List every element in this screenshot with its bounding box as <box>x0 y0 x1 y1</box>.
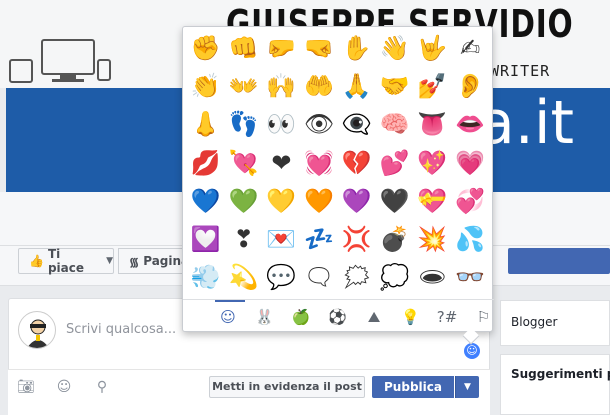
emoji-option[interactable]: 💬 <box>263 258 301 296</box>
camera-icon[interactable]: 📷︎ <box>17 378 35 396</box>
page-category-card: Blogger <box>500 300 610 346</box>
emoji-option[interactable]: 💋 <box>187 144 225 182</box>
publish-options-caret[interactable]: ▼ <box>455 376 479 398</box>
emoji-option[interactable]: ❣ <box>225 220 263 258</box>
emoji-option[interactable]: 💢 <box>338 220 376 258</box>
emoji-option[interactable]: 💨 <box>187 258 225 296</box>
emoji-option[interactable]: 🗨 <box>300 258 338 296</box>
emoji-option[interactable]: 💚 <box>225 182 263 220</box>
thumbs-up-icon: 👍 <box>29 254 44 268</box>
primary-page-button[interactable] <box>508 248 610 274</box>
post-text-input[interactable]: Scrivi qualcosa... <box>66 322 176 337</box>
rss-icon: ᯾ <box>129 254 140 269</box>
emoji-option[interactable]: 💫 <box>225 258 263 296</box>
emoji-option[interactable]: 💦 <box>451 220 489 258</box>
tab-soccer-ball-icon[interactable]: ⚽ <box>327 306 349 328</box>
emoji-option[interactable]: 💅 <box>414 67 452 105</box>
emoji-picker-button[interactable]: ☺ <box>464 343 480 359</box>
emoji-option[interactable]: 💞 <box>451 182 489 220</box>
suggestions-title: Suggerimenti p <box>511 367 610 381</box>
publish-button[interactable]: Pubblica <box>372 376 454 398</box>
tab-lightbulb-icon[interactable]: 💡 <box>400 306 422 328</box>
emoji-option[interactable]: 👓 <box>451 258 489 296</box>
emoji-option[interactable]: 👂 <box>451 67 489 105</box>
emoji-option[interactable]: 💓 <box>300 144 338 182</box>
emoji-option[interactable]: 🤝 <box>376 67 414 105</box>
emoji-option[interactable]: 💙 <box>187 182 225 220</box>
emoji-option[interactable]: 👁 <box>300 105 338 143</box>
tab-symbols-icon[interactable]: ?# <box>436 306 458 328</box>
emoji-option[interactable]: 🙌 <box>263 67 301 105</box>
emoji-option[interactable]: 👊 <box>225 29 263 67</box>
emoji-option[interactable]: ✍ <box>451 29 489 67</box>
emoji-option[interactable]: 💜 <box>338 182 376 220</box>
emoji-option[interactable]: 👁‍🗨 <box>338 105 376 143</box>
emoji-option[interactable]: 🗯 <box>338 258 376 296</box>
emoji-option[interactable]: 💔 <box>338 144 376 182</box>
active-tab-indicator <box>215 300 245 302</box>
chevron-down-icon: ▼ <box>106 256 113 266</box>
suggestions-card: Suggerimenti p <box>500 354 610 415</box>
emoji-option[interactable]: 💗 <box>451 144 489 182</box>
emoji-option[interactable]: 👀 <box>263 105 301 143</box>
emoji-option[interactable]: 💝 <box>414 182 452 220</box>
devices-logo-icon <box>9 39 111 83</box>
tab-smiley-icon[interactable]: ☺ <box>217 306 239 328</box>
emoji-option[interactable]: 💥 <box>414 220 452 258</box>
tab-flag-icon[interactable]: ⚐ <box>473 306 495 328</box>
emoji-option[interactable]: 👃 <box>187 105 225 143</box>
emoji-option[interactable]: 💛 <box>263 182 301 220</box>
emoji-option[interactable]: 👋 <box>376 29 414 67</box>
emoji-option[interactable]: 🤛 <box>263 29 301 67</box>
emoji-option[interactable]: ✊ <box>187 29 225 67</box>
emoji-option[interactable]: 🕳 <box>414 258 452 296</box>
tab-rabbit-icon[interactable]: 🐰 <box>254 306 276 328</box>
emoji-category-tabs: ☺ 🐰 🍏 ⚽ ⛰ 💡 ?# ⚐ <box>183 299 494 332</box>
emoji-option[interactable]: 👐 <box>225 67 263 105</box>
like-label: Ti piace <box>47 247 85 275</box>
blog-subtitle: WRITER <box>490 62 551 80</box>
boost-post-button[interactable]: Metti in evidenza il post <box>209 376 365 398</box>
tab-mountain-icon[interactable]: ⛰ <box>363 306 385 328</box>
page-category-label: Blogger <box>511 315 558 329</box>
like-button[interactable]: 👍 Ti piace ▼ <box>18 247 114 275</box>
emoji-option[interactable]: 💭 <box>376 258 414 296</box>
emoji-option[interactable]: 💟 <box>187 220 225 258</box>
emoji-picker-panel: ✊ 👊 🤛 🤜 ✋ 👋 🤟 ✍ 👏 👐 🙌 🤲 🙏 🤝 💅 👂 👃 👣 👀 👁 👁‍🗨 🧠 👅 👄 💋 💘 ❤ 💓 💔 💕 💖 💗 💙 💚 💛 🧡 💜 🖤… <box>182 26 494 332</box>
emoji-option[interactable]: 💕 <box>376 144 414 182</box>
feeling-smiley-icon[interactable]: ☺ <box>55 378 73 396</box>
emoji-option[interactable]: 🖤 <box>376 182 414 220</box>
avatar <box>18 311 56 349</box>
emoji-option[interactable]: 💖 <box>414 144 452 182</box>
emoji-option[interactable]: 👅 <box>414 105 452 143</box>
emoji-option[interactable]: 🤜 <box>300 29 338 67</box>
emoji-option[interactable]: 🤟 <box>414 29 452 67</box>
emoji-option[interactable]: 💣 <box>376 220 414 258</box>
emoji-option[interactable]: 🙏 <box>338 67 376 105</box>
location-pin-icon[interactable]: ⚲ <box>93 378 111 396</box>
follow-page-button[interactable]: ᯾ Pagina <box>118 248 190 274</box>
emoji-option[interactable]: 👄 <box>451 105 489 143</box>
emoji-option[interactable]: ❤ <box>263 144 301 182</box>
emoji-option[interactable]: 🧡 <box>300 182 338 220</box>
emoji-option[interactable]: 💘 <box>225 144 263 182</box>
emoji-option[interactable]: 👣 <box>225 105 263 143</box>
emoji-option[interactable]: 🧠 <box>376 105 414 143</box>
emoji-option[interactable]: 👏 <box>187 67 225 105</box>
tab-apple-icon[interactable]: 🍏 <box>290 306 312 328</box>
emoji-grid: ✊ 👊 🤛 🤜 ✋ 👋 🤟 ✍ 👏 👐 🙌 🤲 🙏 🤝 💅 👂 👃 👣 👀 👁 👁‍🗨 🧠 👅 👄 💋 💘 ❤ 💓 💔 💕 💖 💗 💙 💚 💛 🧡 💜 🖤… <box>187 29 489 297</box>
emoji-option[interactable]: 🤲 <box>300 67 338 105</box>
emoji-option[interactable]: 💌 <box>263 220 301 258</box>
emoji-option[interactable]: 💤 <box>300 220 338 258</box>
emoji-option[interactable]: ✋ <box>338 29 376 67</box>
